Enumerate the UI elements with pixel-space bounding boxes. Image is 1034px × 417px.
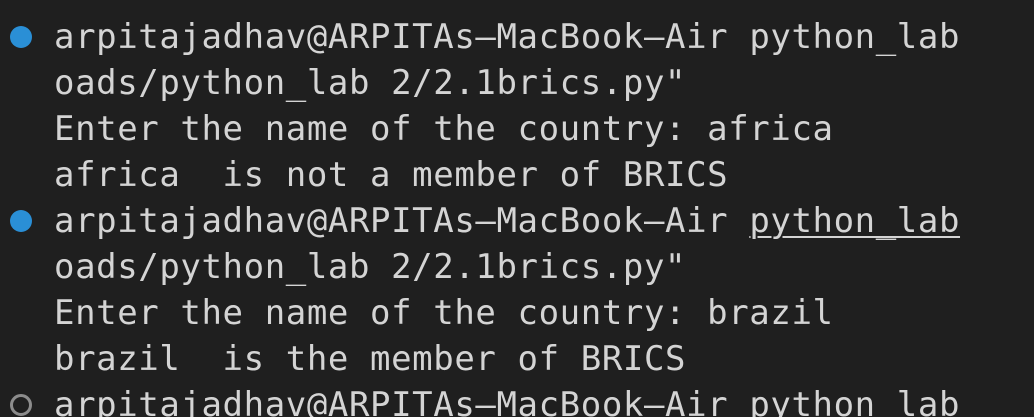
prompt-user-host-3: arpitajadhav@ARPITAs—MacBook—Air <box>54 385 750 417</box>
command-pending-marker-3[interactable] <box>10 394 32 416</box>
input-prompt-line-1: Enter the name of the country: africa <box>54 109 834 149</box>
prompt-line-3: arpitajadhav@ARPITAs—MacBook—Air python_… <box>54 382 960 417</box>
program-output-line-2: brazil is the member of BRICS <box>54 339 687 379</box>
command-success-marker-1[interactable] <box>10 26 32 48</box>
prompt-directory-3: python_lab <box>749 385 961 417</box>
command-continuation-1: oads/python_lab 2/2.1brics.py" <box>54 63 687 103</box>
terminal-output[interactable]: arpitajadhav@ARPITAs—MacBook—Air python_… <box>0 0 1034 417</box>
prompt-directory-link-2[interactable]: python_lab <box>749 201 960 241</box>
command-continuation-2: oads/python_lab 2/2.1brics.py" <box>54 247 687 287</box>
prompt-directory-1: python_lab <box>749 17 961 57</box>
input-prompt-line-2: Enter the name of the country: brazil <box>54 293 834 333</box>
program-output-line-1: africa is not a member of BRICS <box>54 155 729 195</box>
prompt-user-host-1: arpitajadhav@ARPITAs—MacBook—Air <box>54 17 750 57</box>
prompt-user-host-2: arpitajadhav@ARPITAs—MacBook—Air <box>54 201 750 241</box>
command-success-marker-2[interactable] <box>10 210 32 232</box>
prompt-line-1: arpitajadhav@ARPITAs—MacBook—Air python_… <box>54 14 960 60</box>
prompt-line-2: arpitajadhav@ARPITAs—MacBook—Air python_… <box>54 198 960 244</box>
